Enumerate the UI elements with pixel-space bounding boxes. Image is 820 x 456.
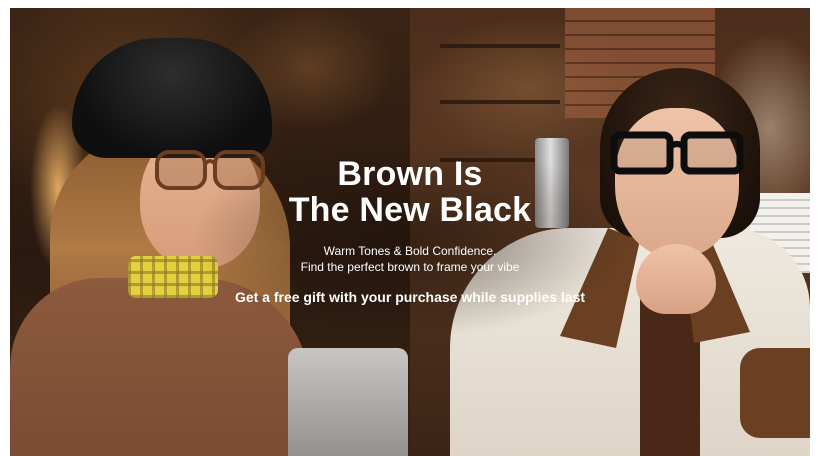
headline-line-1: Brown Is — [337, 155, 483, 193]
subtitle-line-1: Warm Tones & Bold Confidence. — [323, 244, 497, 258]
shelf — [440, 100, 560, 104]
subtitle-line-2: Find the perfect brown to frame your vib… — [300, 260, 520, 274]
laptop — [288, 348, 408, 456]
headline-line-2: The New Black — [288, 191, 532, 229]
shelf — [440, 44, 560, 48]
model-right-cuff — [740, 348, 810, 438]
hero-banner[interactable]: Brown Is The New Black Warm Tones & Bold… — [10, 8, 810, 456]
hero-subtitle: Warm Tones & Bold Confidence. Find the p… — [10, 243, 810, 275]
hero-headline: Brown Is The New Black — [10, 156, 810, 228]
model-right-inner-shirt — [640, 298, 700, 456]
promo-text: Get a free gift with your purchase while… — [234, 289, 586, 305]
